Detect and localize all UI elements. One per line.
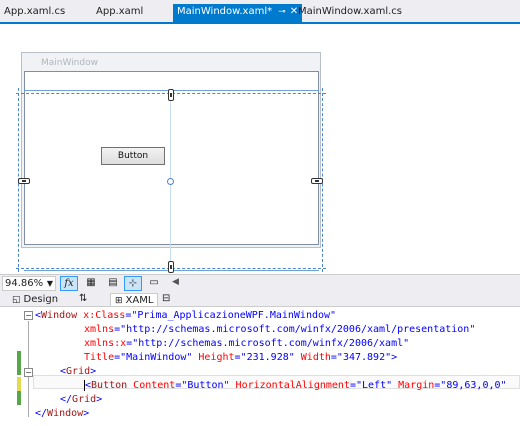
tab-app-xaml-cs[interactable]: App.xaml.cs [4,4,65,22]
change-marker-saved [17,351,21,375]
center-point-icon [167,178,174,185]
code-line-6: <Button Content="Button" HorizontalAlign… [84,379,507,391]
snap-lines-icon[interactable]: ⊹ [124,276,142,291]
designer-button-control[interactable]: Button [101,147,165,165]
code-line-5: <Grid> [60,366,97,377]
xaml-editor[interactable]: − − <Window x:Class="Prima_ApplicazioneW… [0,307,520,426]
designer-toolbar: 94.86% ▼ fx ▦ ▤ ⊹ ▭ ◀ [0,274,520,292]
tab-label: App.xaml [96,6,144,17]
xaml-tab[interactable]: ⊞ XAML [110,293,159,306]
code-line-2: xmlns="http://schemas.microsoft.com/winf… [84,324,476,335]
code-line-4: Title="MainWindow" Height="231.928" Widt… [84,352,398,363]
chevron-down-icon: ▼ [46,279,53,288]
scroll-left-icon[interactable]: ◀ [172,277,179,287]
close-icon[interactable]: ✕ [290,6,298,17]
annotation-icon[interactable]: ▭ [145,276,163,291]
code-line-3: xmlns:x="http://schemas.microsoft.com/wi… [84,338,410,349]
resize-handle-top[interactable] [168,89,174,101]
zoom-dropdown[interactable]: 94.86% ▼ [2,276,56,291]
pin-icon[interactable]: ⊸ [278,7,286,17]
tab-app-xaml[interactable]: App.xaml [96,4,143,22]
tab-label: MainWindow.xaml.cs [298,6,403,17]
design-icon: ◱ [12,295,21,305]
code-line-7: </Grid> [60,394,103,405]
tab-mainwindow-xaml[interactable]: MainWindow.xaml* ⊸ ✕ [173,4,303,22]
tab-mainwindow-xaml-cs[interactable]: MainWindow.xaml.cs [298,4,402,22]
collapse-pane-icon[interactable]: ⊟ [162,293,170,304]
change-marker-unsaved [17,377,21,391]
fold-toggle-window[interactable]: − [24,311,33,320]
code-line-1: <Window x:Class="Prima_ApplicazioneWPF.M… [35,310,337,321]
tab-label: App.xaml.cs [4,6,66,17]
fx-effects-button[interactable]: fx [60,276,78,291]
xaml-tab-label: XAML [125,295,154,306]
tab-label: MainWindow.xaml* [177,6,273,17]
document-tab-strip: App.xaml.cs App.xaml MainWindow.xaml* ⊸ ✕ … [0,0,520,24]
fold-toggle-grid[interactable]: − [24,368,33,377]
snap-grid-icon[interactable]: ▤ [104,276,122,291]
window-title: MainWindow [41,58,98,68]
change-marker-saved [17,391,21,405]
resize-handle-right[interactable] [311,178,323,184]
zoom-value: 94.86% [5,278,44,289]
resize-handle-bottom[interactable] [168,261,174,273]
split-view-bar: ◱ Design ⇅ ⊞ XAML ⊟ [0,292,520,307]
swap-panes-icon[interactable]: ⇅ [79,293,87,304]
design-tab[interactable]: ◱ Design [12,293,58,306]
resize-handle-left[interactable] [18,178,30,184]
grid-icon[interactable]: ▦ [82,276,100,291]
design-tab-label: Design [23,294,59,305]
code-line-8: </Window> [35,408,90,419]
